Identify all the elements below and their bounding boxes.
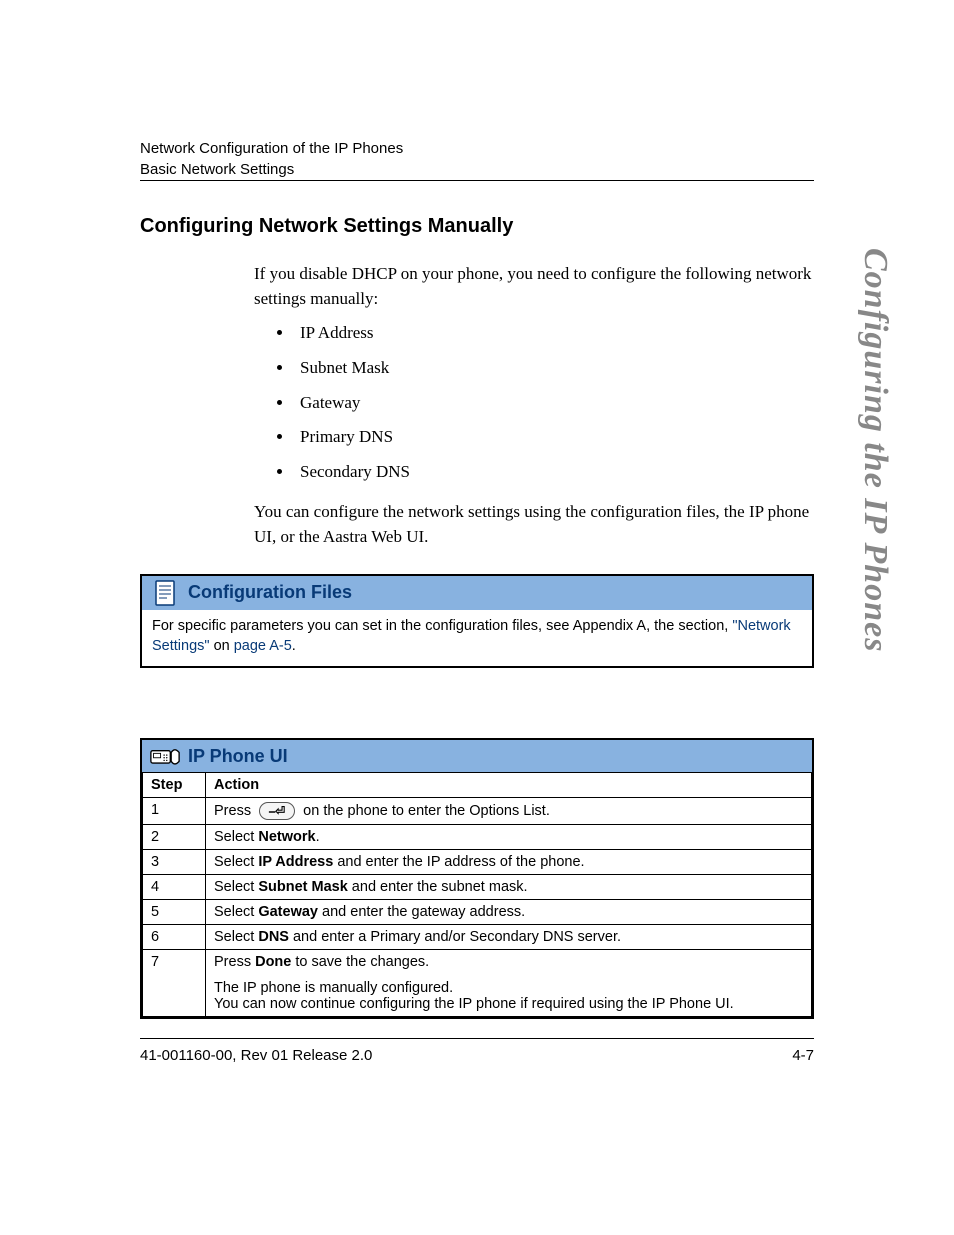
table-row: 5Select Gateway and enter the gateway ad…: [143, 900, 812, 925]
step-number: 4: [143, 875, 206, 900]
config-files-box: Configuration Files For specific paramet…: [140, 574, 814, 669]
step-action: Select DNS and enter a Primary and/or Se…: [206, 925, 812, 950]
ip-phone-ui-box: IP Phone UI Step Action 1Press ⎯⏎ on the…: [140, 738, 814, 1019]
table-row: 7Press Done to save the changes.The IP p…: [143, 950, 812, 1017]
table-row: 4Select Subnet Mask and enter the subnet…: [143, 875, 812, 900]
config-files-title: Configuration Files: [188, 582, 352, 603]
breadcrumb-line1: Network Configuration of the IP Phones: [140, 140, 403, 157]
step-action: Select Network.: [206, 825, 812, 850]
step-number: 1: [143, 798, 206, 825]
phone-icon: [150, 744, 180, 768]
list-item: Gateway: [294, 391, 814, 416]
breadcrumb-line2: Basic Network Settings: [140, 161, 294, 178]
table-row: 2Select Network.: [143, 825, 812, 850]
step-action: Select Subnet Mask and enter the subnet …: [206, 875, 812, 900]
footer-right: 4-7: [792, 1047, 814, 1064]
step-action: Select IP Address and enter the IP addre…: [206, 850, 812, 875]
list-item: Primary DNS: [294, 425, 814, 450]
footer-left: 41-001160-00, Rev 01 Release 2.0: [140, 1047, 372, 1064]
table-row: 3Select IP Address and enter the IP addr…: [143, 850, 812, 875]
config-files-text: For specific parameters you can set in t…: [152, 618, 732, 634]
step-number: 6: [143, 925, 206, 950]
header-rule: [140, 180, 814, 181]
ip-phone-ui-title: IP Phone UI: [188, 746, 288, 767]
step-number: 3: [143, 850, 206, 875]
steps-table: Step Action 1Press ⎯⏎ on the phone to en…: [142, 772, 812, 1017]
step-number: 2: [143, 825, 206, 850]
options-key-icon: ⎯⏎: [259, 802, 295, 820]
outro-paragraph: You can configure the network settings u…: [254, 500, 814, 549]
intro-paragraph: If you disable DHCP on your phone, you n…: [254, 262, 814, 311]
footer-rule: [140, 1038, 814, 1039]
config-files-body: For specific parameters you can set in t…: [142, 610, 812, 667]
list-item: IP Address: [294, 321, 814, 346]
step-action: Select Gateway and enter the gateway add…: [206, 900, 812, 925]
step-number: 5: [143, 900, 206, 925]
settings-list: IP Address Subnet Mask Gateway Primary DNS S…: [254, 321, 814, 484]
file-icon: [150, 580, 180, 606]
list-item: Subnet Mask: [294, 356, 814, 381]
step-action: Press ⎯⏎ on the phone to enter the Optio…: [206, 798, 812, 825]
step-action: Press Done to save the changes.The IP ph…: [206, 950, 812, 1017]
table-row: 1Press ⎯⏎ on the phone to enter the Opti…: [143, 798, 812, 825]
side-chapter-title: Configuring the IP Phones: [856, 248, 894, 652]
table-row: 6Select DNS and enter a Primary and/or S…: [143, 925, 812, 950]
breadcrumb: Network Configuration of the IP Phones B…: [140, 138, 403, 180]
step-number: 7: [143, 950, 206, 1017]
col-step: Step: [143, 773, 206, 798]
list-item: Secondary DNS: [294, 460, 814, 485]
col-action: Action: [206, 773, 812, 798]
section-heading: Configuring Network Settings Manually: [140, 215, 814, 238]
link-page-a5[interactable]: page A-5: [234, 638, 292, 654]
